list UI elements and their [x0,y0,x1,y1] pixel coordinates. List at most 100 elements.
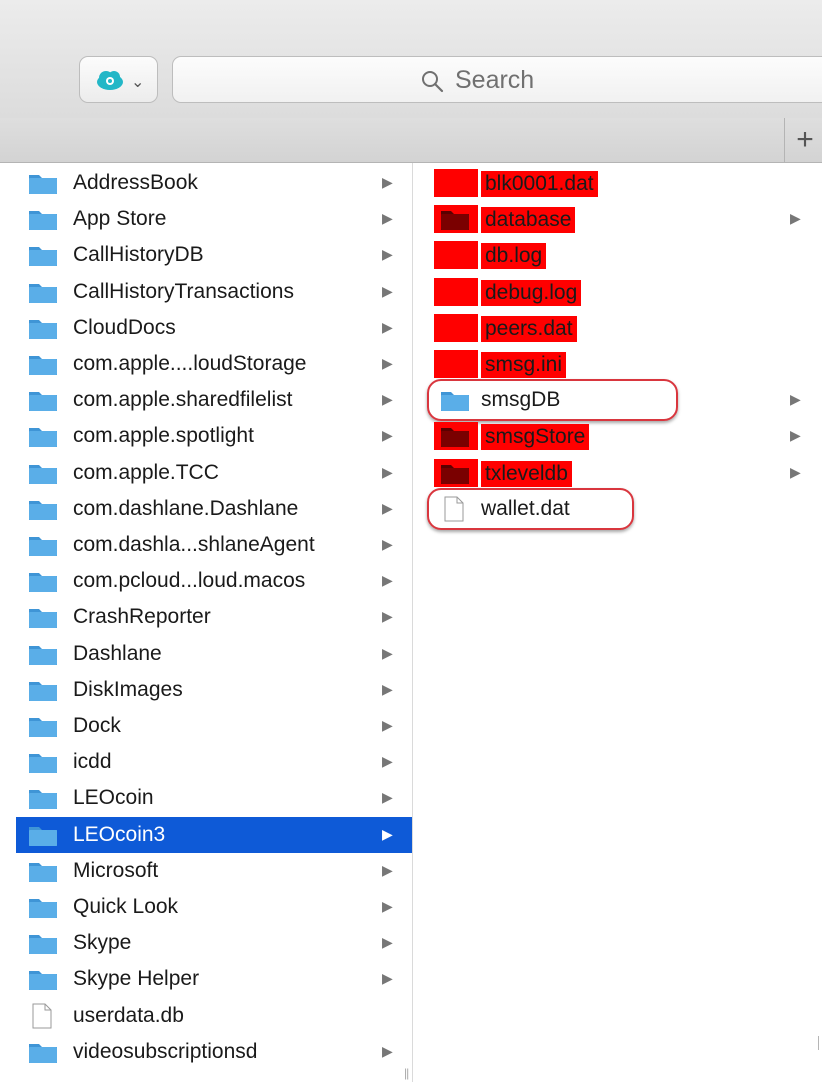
list-item-label: com.dashla...shlaneAgent [73,533,315,556]
folder-icon [29,718,57,737]
list-item[interactable]: videosubscriptionsd ▶ [16,1034,412,1070]
annotation-ring [427,487,634,530]
folder-icon [29,1043,57,1063]
disclosure-arrow-icon: ▶ [382,318,393,335]
list-item-label: LEOcoin3 [73,822,166,846]
list-item-label: com.apple....loudStorage [73,352,307,375]
list-item[interactable]: userdata.db [16,998,412,1034]
list-item[interactable]: icdd ▶ [16,744,412,780]
list-item-label: userdata.db [73,1003,184,1027]
folder-icon [29,899,57,918]
list-item-label: smsgStore [481,424,590,451]
list-item[interactable]: CallHistoryTransactions ▶ [16,274,412,310]
list-item-label: com.dashlane.Dashlane [73,496,299,520]
list-item-label: AddressBook [73,171,198,194]
list-item[interactable]: com.apple....loudStorage ▶ [16,346,412,382]
list-item-label: Skype Helper [73,967,200,991]
list-item-label: com.apple.TCC [73,460,219,484]
disclosure-arrow-icon: ▶ [382,717,393,733]
list-item[interactable]: CallHistoryDB ▶ [16,237,412,273]
list-item[interactable]: database ▶ [412,201,822,237]
list-item[interactable]: db.log [412,237,822,273]
disclosure-arrow-icon: ▶ [382,391,393,408]
folder-icon [29,935,57,955]
list-item-label: LEOcoin [73,786,154,810]
list-item[interactable]: Skype Helper ▶ [16,961,412,997]
folder-icon [29,862,57,882]
list-item[interactable]: Microsoft ▶ [16,853,412,889]
folder-icon [29,609,57,629]
browser-column-leocoin3: blk0001.dat database ▶ db.log debug.log peers… [412,163,822,1082]
folder-icon [29,247,57,267]
list-item[interactable]: Dashlane ▶ [16,636,412,672]
folder-icon [441,428,469,448]
list-item-label: CallHistoryDB [73,243,204,267]
list-item[interactable]: smsg.ini [412,346,822,382]
list-item[interactable]: com.apple.sharedfilelist ▶ [16,382,412,418]
list-item[interactable]: Quick Look ▶ [16,889,412,925]
list-item[interactable]: peers.dat [412,310,822,346]
list-item[interactable]: AddressBook ▶ [16,165,412,201]
list-item-label: db.log [481,243,547,270]
list-item-label: database [481,207,576,234]
pcloud-menu-button[interactable]: ⌄ [79,56,158,103]
list-item-label: peers.dat [481,315,577,342]
disclosure-arrow-icon: ▶ [382,355,393,371]
list-item[interactable]: com.apple.TCC ▶ [16,455,412,491]
search-field[interactable]: Search [172,56,822,103]
disclosure-arrow-icon: ▶ [382,970,393,987]
folder-icon [29,971,57,991]
list-item[interactable]: blk0001.dat [412,165,822,201]
disclosure-arrow-icon: ▶ [382,1042,393,1059]
folder-icon [29,500,57,520]
search-placeholder: Search [455,66,535,94]
document-icon [444,242,464,268]
list-item[interactable]: LEOcoin3 ▶ [16,816,412,853]
list-item[interactable]: Skype ▶ [16,925,412,961]
add-tab-button[interactable]: + [784,118,822,162]
list-item[interactable]: wallet.dat [412,487,822,530]
list-item-label: txleveldb [481,460,572,487]
list-item[interactable]: com.apple.spotlight ▶ [16,418,412,454]
list-item[interactable]: debug.log [412,274,822,310]
folder-icon [441,464,469,484]
column-resize-handle[interactable]: || [404,1066,409,1080]
list-item-label: Dashlane [73,641,162,665]
disclosure-arrow-icon: ▶ [382,572,393,589]
disclosure-arrow-icon: ▶ [382,825,393,842]
list-item-label: com.apple.spotlight [73,424,254,448]
annotation-ring [427,379,678,422]
list-item-label: blk0001.dat [481,171,598,197]
disclosure-arrow-icon: ▶ [382,427,393,444]
list-item[interactable]: DiskImages ▶ [16,672,412,708]
list-item[interactable]: smsgDB ▶ [412,379,822,422]
list-item[interactable]: com.pcloud...loud.macos ▶ [16,563,412,599]
document-icon [444,315,464,341]
list-item[interactable]: txleveldb ▶ [412,455,822,491]
list-item-label: Quick Look [73,895,179,918]
folder-icon [29,464,57,484]
list-item[interactable]: CloudDocs ▶ [16,310,412,346]
list-item[interactable]: com.dashlane.Dashlane ▶ [16,491,412,527]
list-item-label: Skype [73,931,132,955]
list-item[interactable]: CrashReporter ▶ [16,599,412,635]
pcloud-icon [97,71,123,90]
list-item-label: videosubscriptionsd [73,1039,258,1063]
list-item[interactable]: smsgStore ▶ [412,418,822,454]
document-icon [444,170,464,196]
folder-icon [29,319,57,339]
list-item-label: CloudDocs [73,315,176,339]
disclosure-arrow-icon: ▶ [382,608,393,625]
list-item-label: CallHistoryTransactions [73,279,294,303]
folder-icon [29,175,57,194]
list-item[interactable]: Dock ▶ [16,708,412,744]
list-item[interactable]: App Store ▶ [16,201,412,237]
list-item-label: com.apple.sharedfilelist [73,388,293,412]
list-item-label: Microsoft [73,858,159,882]
list-item[interactable]: com.dashla...shlaneAgent ▶ [16,527,412,563]
list-item[interactable]: LEOcoin ▶ [16,780,412,816]
list-item-label: com.pcloud...loud.macos [73,569,306,593]
disclosure-arrow-icon: ▶ [382,753,393,770]
folder-icon [29,392,57,412]
column-resize-handle-right[interactable] [818,1036,819,1050]
